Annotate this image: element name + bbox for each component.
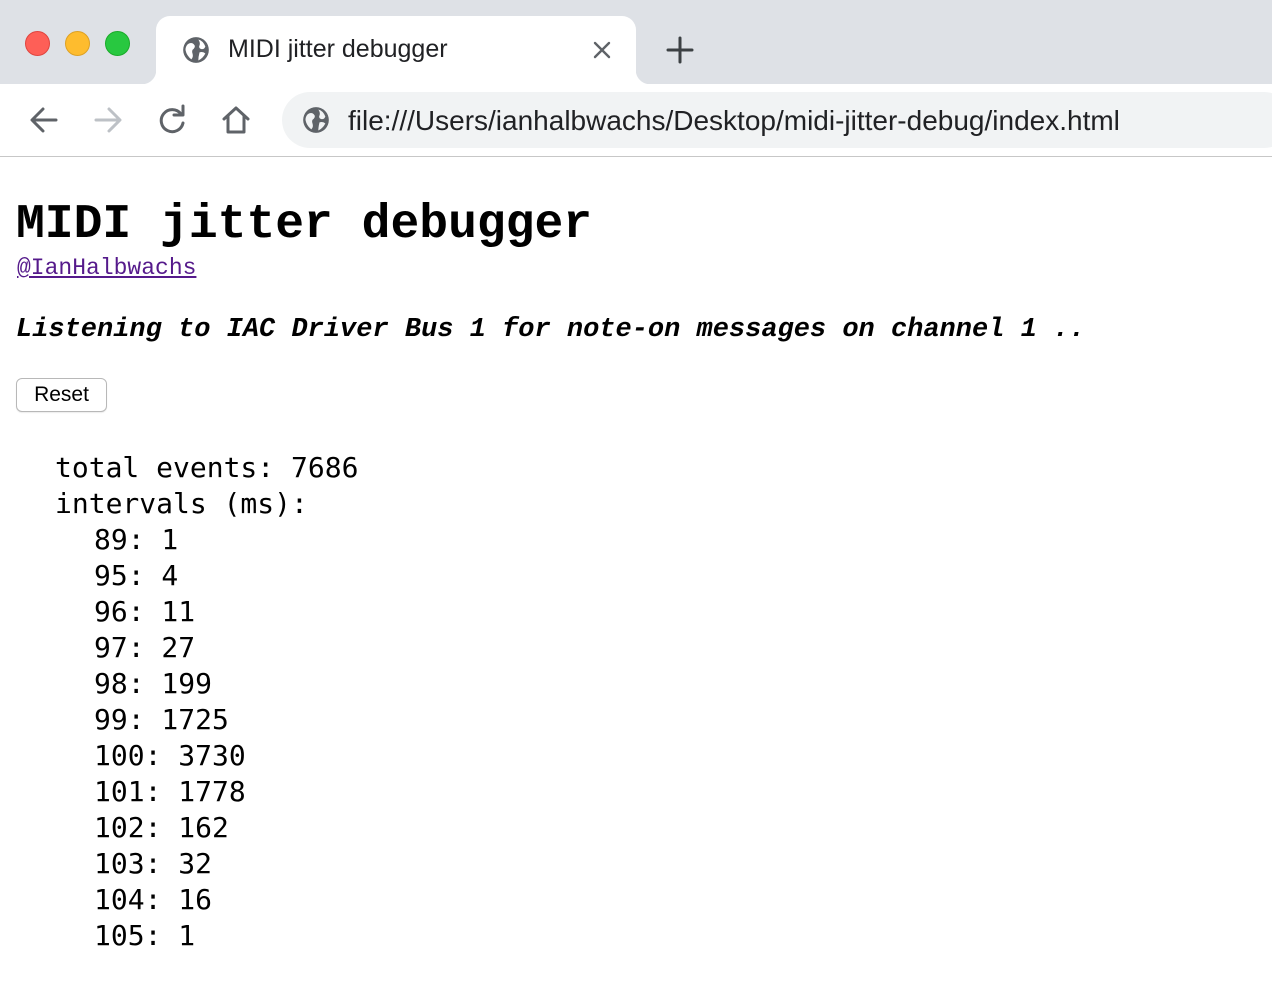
new-tab-icon[interactable]	[664, 34, 696, 66]
page-title: MIDI jitter debugger	[16, 198, 593, 252]
browser-toolbar: file:///Users/ianhalbwachs/Desktop/midi-…	[0, 84, 1272, 157]
total-events: total events: 7686	[55, 451, 359, 484]
maximize-window-button[interactable]	[105, 31, 130, 56]
interval-row: 96: 11	[94, 595, 196, 628]
close-tab-icon[interactable]	[590, 38, 614, 62]
browser-tab-active[interactable]: MIDI jitter debugger	[142, 16, 650, 84]
interval-row: 98: 199	[94, 667, 213, 700]
interval-row: 104: 16	[94, 883, 213, 916]
interval-row: 103: 32	[94, 847, 213, 880]
interval-row: 102: 162	[94, 811, 229, 844]
home-icon[interactable]	[218, 102, 254, 138]
interval-row: 95: 4	[94, 559, 179, 592]
reset-button[interactable]: Reset	[16, 378, 107, 412]
interval-row: 97: 27	[94, 631, 196, 664]
tab-title: MIDI jitter debugger	[228, 35, 448, 63]
listening-status: Listening to IAC Driver Bus 1 for note-o…	[16, 315, 1086, 345]
interval-row: 99: 1725	[94, 703, 229, 736]
browser-titlebar: MIDI jitter debugger	[0, 0, 1272, 84]
page-content: MIDI jitter debugger @IanHalbwachs Liste…	[0, 157, 1272, 1000]
address-bar-url[interactable]: file:///Users/ianhalbwachs/Desktop/midi-…	[348, 105, 1120, 137]
interval-row: 89: 1	[94, 523, 179, 556]
address-bar[interactable]: file:///Users/ianhalbwachs/Desktop/midi-…	[282, 92, 1272, 148]
globe-icon[interactable]	[302, 106, 330, 134]
author-link[interactable]: @IanHalbwachs	[17, 255, 196, 281]
interval-row: 100: 3730	[94, 739, 246, 772]
reload-icon[interactable]	[154, 102, 190, 138]
globe-icon	[183, 37, 209, 63]
interval-row: 101: 1778	[94, 775, 246, 808]
interval-row: 105: 1	[94, 919, 196, 952]
stats-output: total events: 7686 intervals (ms): 89: 1…	[55, 450, 358, 954]
back-arrow-icon[interactable]	[26, 102, 62, 138]
intervals-list: 89: 1 95: 4 96: 11 97: 27 98: 199 99: 17…	[55, 522, 358, 954]
intervals-heading: intervals (ms):	[55, 487, 308, 520]
forward-arrow-icon[interactable]	[90, 102, 126, 138]
minimize-window-button[interactable]	[65, 31, 90, 56]
close-window-button[interactable]	[25, 31, 50, 56]
